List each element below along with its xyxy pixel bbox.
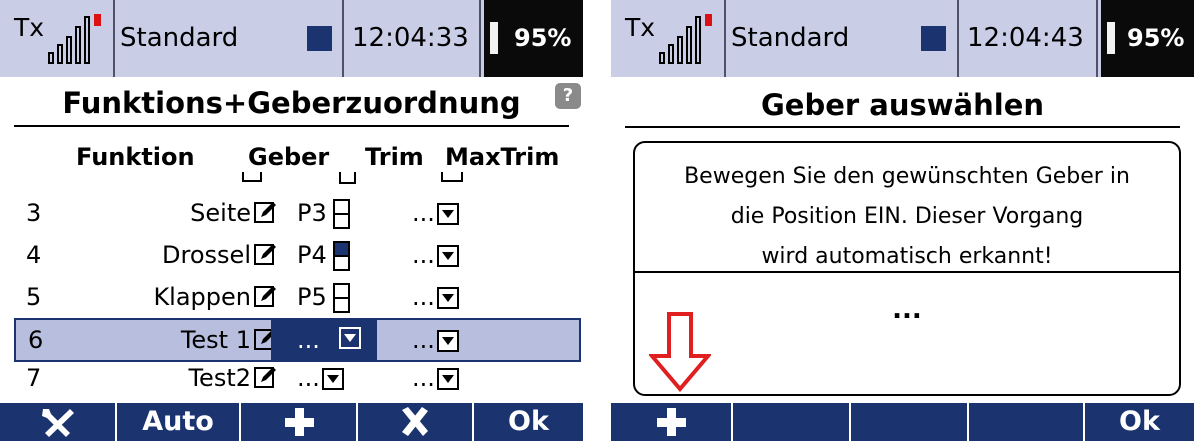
chevron-down-icon[interactable] [436, 203, 459, 225]
header-maxtrim: MaxTrim [445, 143, 560, 171]
pencil-icon[interactable] [254, 284, 278, 308]
pencil-icon[interactable] [254, 365, 278, 389]
ok-button[interactable]: Ok [474, 403, 583, 441]
signal-icon [653, 8, 715, 64]
header-trim: Trim [365, 143, 424, 171]
dialog-message: Bewegen Sie den gewünschten Geber in die… [684, 164, 1130, 269]
arrow-down-icon [649, 312, 711, 392]
plus-icon [653, 408, 689, 441]
clock: 12:04:33 [352, 23, 469, 53]
table-row[interactable]: 7 Test2 ... ... [14, 356, 581, 400]
table-row[interactable]: 5 Klappen P5 ... [14, 275, 581, 319]
chevron-down-icon[interactable] [321, 368, 344, 390]
add-button[interactable] [611, 403, 731, 441]
tx-label: Tx [625, 13, 656, 42]
function-name: Drossel [162, 241, 251, 269]
row-number: 7 [26, 364, 42, 392]
status-bar: Tx Standard 12:04:43 95% [611, 0, 1194, 77]
header-funktion: Funktion [76, 143, 195, 171]
battery-icon: 95% [1101, 0, 1194, 77]
geber-value[interactable]: ... [297, 356, 344, 400]
detected-control-value: ... [892, 295, 922, 325]
model-color-icon [921, 26, 946, 51]
select-control-screen: Tx Standard 12:04:43 95% Geber auswählen… [611, 0, 1194, 441]
wrench-icon[interactable] [0, 403, 114, 441]
signal-icon [42, 8, 104, 64]
geber-value[interactable]: P4 [297, 233, 350, 277]
model-name[interactable]: Standard [729, 0, 849, 77]
clock: 12:04:43 [967, 23, 1084, 53]
geber-value[interactable]: P5 [297, 275, 350, 319]
battery-percent: 95% [514, 24, 572, 52]
row-number: 5 [26, 283, 42, 311]
chevron-down-icon[interactable] [436, 245, 459, 267]
ok-button[interactable]: Ok [1085, 403, 1194, 441]
geber-position-gauge [332, 283, 350, 313]
function-name: Klappen [153, 283, 251, 311]
model-name[interactable]: Standard [118, 0, 238, 77]
row-number: 4 [26, 241, 42, 269]
close-icon [397, 407, 433, 441]
tx-label: Tx [14, 13, 45, 42]
softkey-empty[interactable] [851, 403, 967, 441]
battery-percent: 95% [1127, 24, 1185, 52]
softkey-bar: Ok [611, 403, 1194, 441]
status-bar: Tx Standard 12:04:33 95% [0, 0, 583, 77]
table-row-partial [14, 172, 581, 186]
trim-value[interactable]: ... [412, 233, 459, 277]
page-title: Funktions+Geberzuordnung [62, 86, 521, 120]
chevron-down-icon[interactable] [436, 368, 459, 390]
trim-value[interactable]: ... [412, 275, 459, 319]
trim-value[interactable]: ... [412, 356, 459, 400]
dialog: Bewegen Sie den gewünschten Geber in die… [633, 141, 1181, 396]
model-color-icon [307, 26, 332, 51]
battery-icon: 95% [484, 0, 583, 77]
pencil-icon[interactable] [254, 242, 278, 266]
softkey-empty[interactable] [733, 403, 849, 441]
softkey-empty[interactable] [969, 403, 1083, 441]
pencil-icon[interactable] [254, 200, 278, 224]
geber-value[interactable]: P3 [297, 191, 350, 235]
page-title: Geber auswählen [760, 88, 1045, 122]
softkey-bar: Auto Ok [0, 403, 583, 441]
trim-value[interactable]: ... [412, 191, 459, 235]
function-name: Seite [190, 199, 251, 227]
delete-button[interactable] [358, 403, 472, 441]
chevron-down-icon[interactable] [436, 330, 459, 352]
chevron-down-icon[interactable] [436, 287, 459, 309]
function-assignment-screen: Tx Standard 12:04:33 95% Funktions+Geber… [0, 0, 583, 441]
auto-button[interactable]: Auto [117, 403, 239, 441]
plus-icon [281, 408, 317, 441]
table-row[interactable]: 4 Drossel P4 ... [14, 233, 581, 277]
help-icon[interactable]: ? [555, 83, 581, 109]
add-button[interactable] [241, 403, 356, 441]
geber-position-gauge [332, 199, 350, 229]
table-row[interactable]: 3 Seite P3 ... [14, 191, 581, 235]
row-number: 3 [26, 199, 42, 227]
chevron-down-icon[interactable] [339, 327, 361, 349]
header-geber: Geber [248, 143, 330, 171]
geber-position-gauge [332, 241, 350, 271]
function-name: Test2 [188, 364, 251, 392]
